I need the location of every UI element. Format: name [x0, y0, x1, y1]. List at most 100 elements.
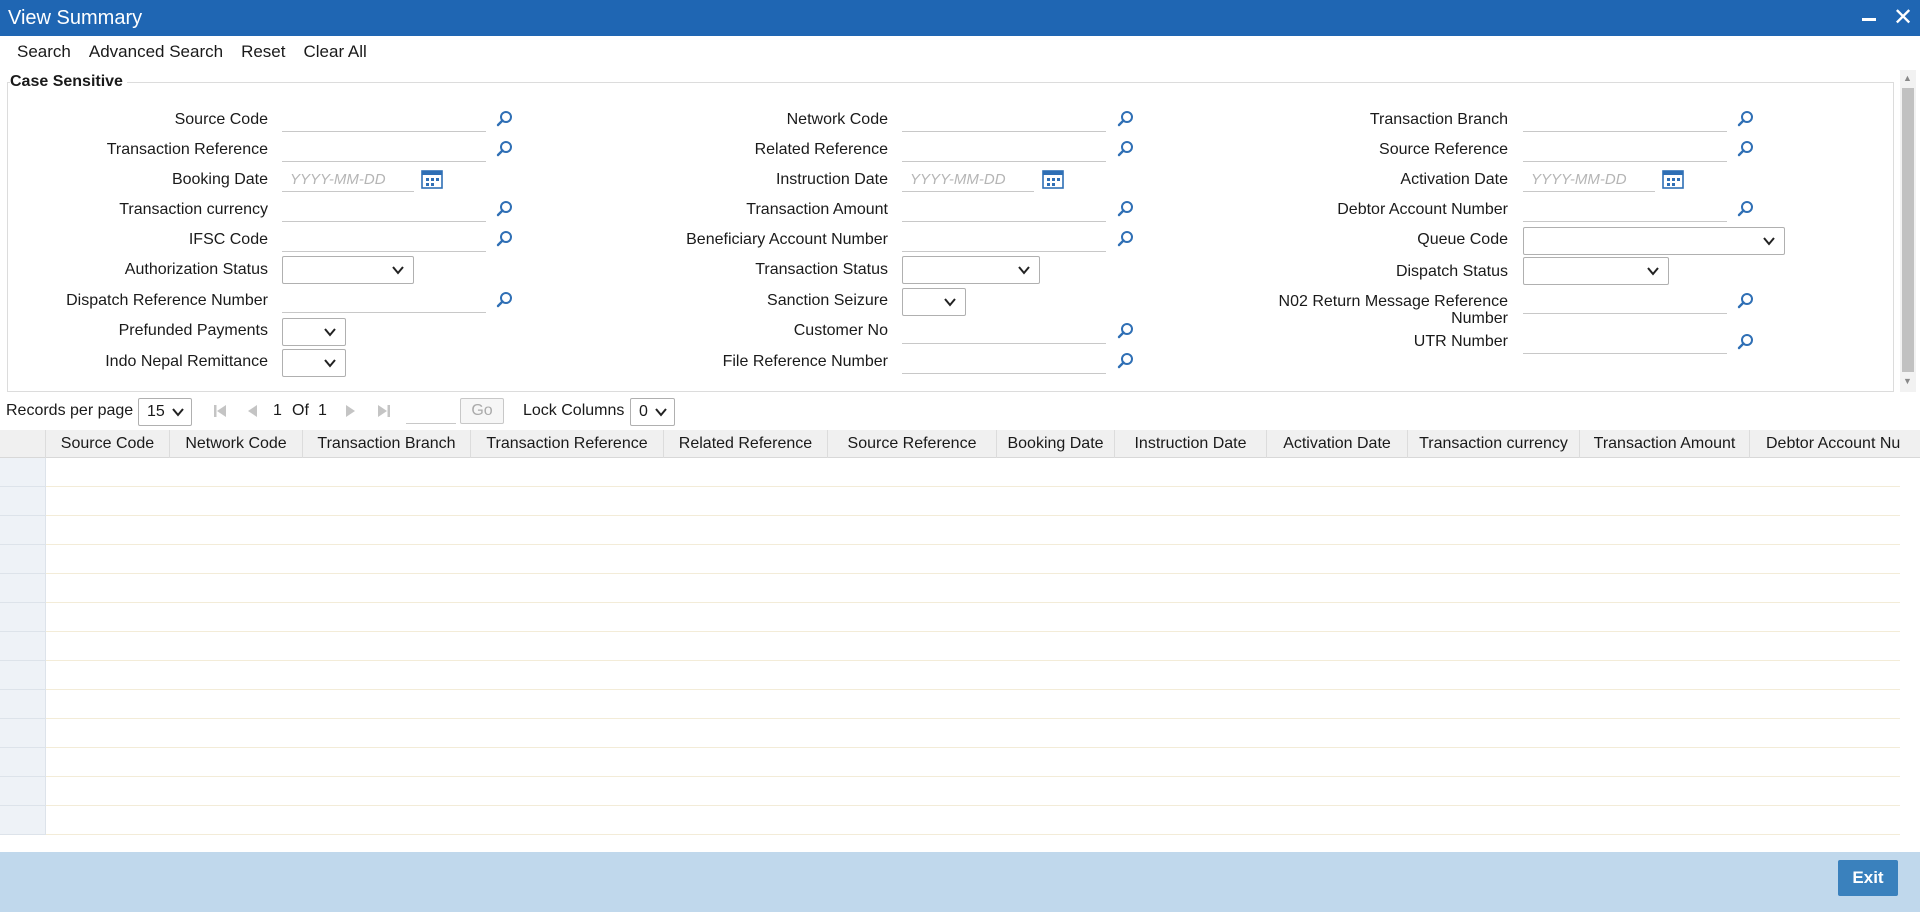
table-row[interactable]	[0, 806, 1900, 835]
booking-date-input[interactable]	[282, 168, 414, 192]
transaction-amount-input[interactable]	[902, 198, 1106, 222]
instruction-date-input[interactable]	[902, 168, 1034, 192]
row-selector[interactable]	[0, 632, 46, 661]
header-select-all[interactable]	[0, 430, 46, 458]
exit-button[interactable]: Exit	[1838, 860, 1898, 896]
source-reference-input[interactable]	[1523, 138, 1727, 162]
dispatch-status-select[interactable]	[1523, 257, 1669, 285]
transaction-branch-search-icon[interactable]	[1737, 110, 1755, 128]
row-selector[interactable]	[0, 806, 46, 835]
prefunded-payments-select[interactable]	[282, 318, 346, 346]
go-button[interactable]: Go	[460, 398, 504, 424]
authorization-status-select[interactable]	[282, 256, 414, 284]
column-header-instruction-date[interactable]: Instruction Date	[1115, 430, 1267, 458]
lock-columns-select[interactable]: 0	[630, 398, 675, 426]
column-header-activation-date[interactable]: Activation Date	[1267, 430, 1408, 458]
transaction-reference-input[interactable]	[282, 138, 486, 162]
sanction-seizure-select[interactable]	[902, 288, 966, 316]
column-header-booking-date[interactable]: Booking Date	[997, 430, 1115, 458]
dispatch-reference-number-search-icon[interactable]	[496, 291, 514, 309]
activation-date-input[interactable]	[1523, 168, 1655, 192]
column-header-transaction-currency[interactable]: Transaction currency	[1408, 430, 1580, 458]
row-selector[interactable]	[0, 719, 46, 748]
dispatch-reference-number-input[interactable]	[282, 289, 486, 313]
ifsc-code-search-icon[interactable]	[496, 230, 514, 248]
column-header-debtor-account-number[interactable]: Debtor Account Nu	[1750, 430, 1920, 458]
transaction-reference-search-icon[interactable]	[496, 140, 514, 158]
table-row[interactable]	[0, 487, 1900, 516]
row-selector[interactable]	[0, 574, 46, 603]
row-selector[interactable]	[0, 458, 46, 487]
file-reference-number-input[interactable]	[902, 350, 1106, 374]
source-code-input[interactable]	[282, 108, 486, 132]
reset-menu-item[interactable]: Reset	[232, 42, 294, 62]
network-code-input[interactable]	[902, 108, 1106, 132]
advanced-search-menu-item[interactable]: Advanced Search	[80, 42, 232, 62]
close-button[interactable]: ✕	[1886, 0, 1920, 36]
row-selector[interactable]	[0, 748, 46, 777]
go-to-page-input[interactable]	[406, 398, 456, 424]
ifsc-code-input[interactable]	[282, 228, 486, 252]
search-menu-item[interactable]: Search	[8, 42, 80, 62]
row-selector[interactable]	[0, 545, 46, 574]
column-header-transaction-amount[interactable]: Transaction Amount	[1580, 430, 1750, 458]
booking-date-calendar-icon[interactable]	[421, 169, 443, 189]
table-row[interactable]	[0, 574, 1900, 603]
table-row[interactable]	[0, 458, 1900, 487]
criteria-scrollbar[interactable]: ▲ ▼	[1900, 70, 1916, 392]
source-code-search-icon[interactable]	[496, 110, 514, 128]
previous-page-icon[interactable]	[244, 402, 262, 420]
file-reference-number-search-icon[interactable]	[1117, 352, 1135, 370]
row-selector[interactable]	[0, 516, 46, 545]
minimize-button[interactable]	[1852, 0, 1886, 36]
column-header-source-reference[interactable]: Source Reference	[828, 430, 997, 458]
scrollbar-thumb[interactable]	[1902, 88, 1914, 372]
row-selector[interactable]	[0, 690, 46, 719]
debtor-account-number-input[interactable]	[1523, 198, 1727, 222]
clear-all-menu-item[interactable]: Clear All	[295, 42, 376, 62]
beneficiary-account-number-input[interactable]	[902, 228, 1106, 252]
column-header-network-code[interactable]: Network Code	[170, 430, 303, 458]
table-row[interactable]	[0, 632, 1900, 661]
table-row[interactable]	[0, 661, 1900, 690]
row-selector[interactable]	[0, 661, 46, 690]
records-per-page-select[interactable]: 15	[138, 398, 192, 426]
instruction-date-calendar-icon[interactable]	[1042, 169, 1064, 189]
utr-number-search-icon[interactable]	[1737, 333, 1755, 351]
table-row[interactable]	[0, 516, 1900, 545]
related-reference-input[interactable]	[902, 138, 1106, 162]
table-row[interactable]	[0, 545, 1900, 574]
customer-no-search-icon[interactable]	[1117, 322, 1135, 340]
beneficiary-account-number-search-icon[interactable]	[1117, 230, 1135, 248]
next-page-icon[interactable]	[341, 402, 359, 420]
row-selector[interactable]	[0, 603, 46, 632]
column-header-related-reference[interactable]: Related Reference	[664, 430, 828, 458]
network-code-search-icon[interactable]	[1117, 110, 1135, 128]
table-row[interactable]	[0, 748, 1900, 777]
transaction-amount-search-icon[interactable]	[1117, 200, 1135, 218]
last-page-icon[interactable]	[375, 402, 393, 420]
source-reference-search-icon[interactable]	[1737, 140, 1755, 158]
table-row[interactable]	[0, 719, 1900, 748]
table-row[interactable]	[0, 690, 1900, 719]
related-reference-search-icon[interactable]	[1117, 140, 1135, 158]
queue-code-select[interactable]	[1523, 227, 1785, 255]
table-row[interactable]	[0, 777, 1900, 806]
column-header-transaction-branch[interactable]: Transaction Branch	[303, 430, 471, 458]
utr-number-input[interactable]	[1523, 330, 1727, 354]
transaction-currency-input[interactable]	[282, 198, 486, 222]
scroll-up-icon[interactable]: ▲	[1903, 73, 1912, 83]
n02-return-message-reference-input[interactable]	[1523, 290, 1727, 314]
table-row[interactable]	[0, 603, 1900, 632]
transaction-branch-input[interactable]	[1523, 108, 1727, 132]
first-page-icon[interactable]	[211, 402, 229, 420]
scroll-down-icon[interactable]: ▼	[1903, 376, 1912, 386]
column-header-transaction-reference[interactable]: Transaction Reference	[471, 430, 664, 458]
column-header-source-code[interactable]: Source Code	[46, 430, 170, 458]
transaction-status-select[interactable]	[902, 256, 1040, 284]
customer-no-input[interactable]	[902, 320, 1106, 344]
debtor-account-number-search-icon[interactable]	[1737, 200, 1755, 218]
row-selector[interactable]	[0, 487, 46, 516]
n02-return-message-reference-search-icon[interactable]	[1737, 292, 1755, 310]
transaction-currency-search-icon[interactable]	[496, 200, 514, 218]
